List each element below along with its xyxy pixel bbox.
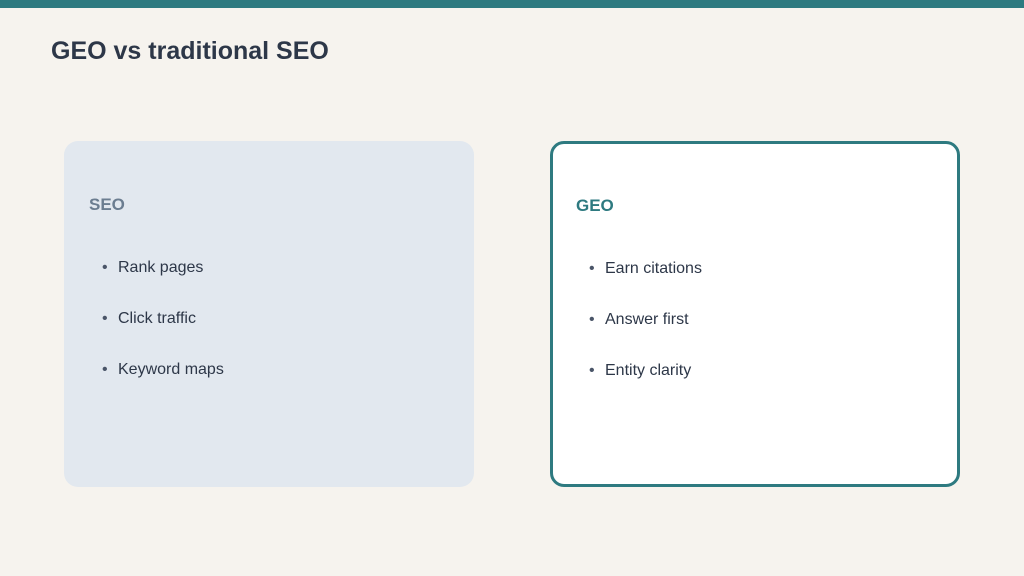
list-item: • Rank pages xyxy=(102,258,224,309)
geo-card-heading: GEO xyxy=(576,196,614,215)
list-item-label: Keyword maps xyxy=(118,361,224,378)
list-item: • Keyword maps xyxy=(102,360,224,411)
slide-title: GEO vs traditional SEO xyxy=(51,37,329,65)
list-item-label: Earn citations xyxy=(605,260,702,277)
top-accent-bar xyxy=(0,0,1024,8)
list-item-label: Answer first xyxy=(605,311,689,328)
seo-card: SEO • Rank pages • Click traffic • Keywo… xyxy=(64,141,474,487)
list-item-label: Entity clarity xyxy=(605,362,692,379)
geo-card: GEO • Earn citations • Answer first • En… xyxy=(550,141,960,487)
bullet-icon: • xyxy=(102,361,108,378)
bullet-icon: • xyxy=(589,260,595,277)
bullet-icon: • xyxy=(589,311,595,328)
list-item: • Entity clarity xyxy=(589,361,702,412)
list-item: • Click traffic xyxy=(102,309,224,360)
list-item-label: Rank pages xyxy=(118,259,204,276)
list-item: • Answer first xyxy=(589,310,702,361)
seo-list: • Rank pages • Click traffic • Keyword m… xyxy=(102,258,224,411)
geo-list: • Earn citations • Answer first • Entity… xyxy=(589,259,702,412)
bullet-icon: • xyxy=(102,259,108,276)
seo-card-heading: SEO xyxy=(89,195,125,214)
bullet-icon: • xyxy=(102,310,108,327)
list-item: • Earn citations xyxy=(589,259,702,310)
bullet-icon: • xyxy=(589,362,595,379)
list-item-label: Click traffic xyxy=(118,310,196,327)
